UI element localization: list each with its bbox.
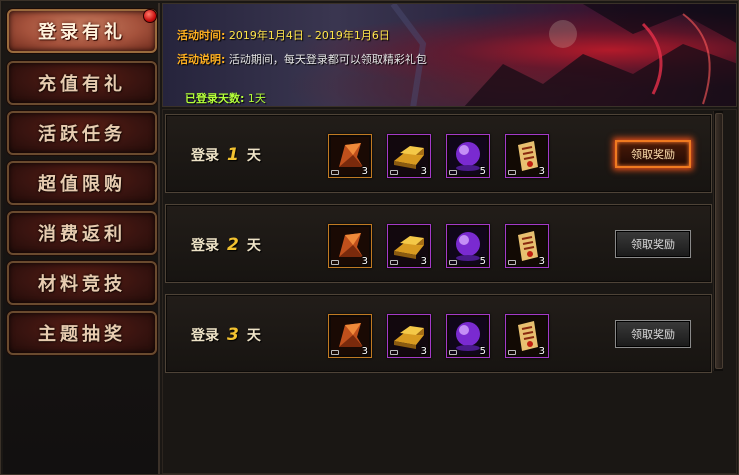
sidebar-item-label: 消费返利 bbox=[38, 224, 126, 245]
sidebar: 登录有礼 充值有礼 活跃任务 超值限购 消费返利 材料竞技 主题抽奖 bbox=[3, 3, 160, 474]
sidebar-item-label: 材料竞技 bbox=[38, 274, 126, 295]
reward-item-slot[interactable]: 3 bbox=[505, 134, 549, 178]
login-day-label: 登录 2 天 bbox=[191, 235, 261, 255]
login-day-prefix: 登录 bbox=[191, 328, 219, 344]
login-day-number: 1 bbox=[227, 145, 239, 165]
bound-lock-icon bbox=[508, 350, 516, 355]
sidebar-item-label: 活跃任务 bbox=[38, 124, 126, 145]
reward-item-slot[interactable]: 5 bbox=[446, 314, 490, 358]
reward-item-slot[interactable]: 3 bbox=[387, 314, 431, 358]
reward-row: 登录 2 天 3 3 5 3 领取奖励 bbox=[165, 204, 712, 283]
login-days-label: 已登录天数: bbox=[185, 92, 245, 105]
reward-row: 登录 3 天 3 3 5 3 领取奖励 bbox=[165, 294, 712, 373]
login-day-number: 2 bbox=[227, 235, 239, 255]
reward-item-slot[interactable]: 3 bbox=[328, 224, 372, 268]
item-quantity: 3 bbox=[538, 166, 545, 177]
bound-lock-icon bbox=[449, 260, 457, 265]
item-quantity: 3 bbox=[538, 256, 545, 267]
sidebar-item-label: 登录有礼 bbox=[38, 22, 126, 43]
item-quantity: 3 bbox=[420, 256, 427, 267]
item-quantity: 3 bbox=[420, 346, 427, 357]
item-quantity: 3 bbox=[420, 166, 427, 177]
reward-item-slot[interactable]: 3 bbox=[328, 134, 372, 178]
bound-lock-icon bbox=[449, 170, 457, 175]
bound-lock-icon bbox=[331, 350, 339, 355]
sidebar-item-label: 超值限购 bbox=[38, 174, 126, 195]
claim-reward-button[interactable]: 领取奖励 bbox=[615, 140, 691, 168]
sidebar-item-limited-purchase[interactable]: 超值限购 bbox=[7, 161, 157, 205]
login-day-suffix: 天 bbox=[246, 148, 261, 164]
login-day-suffix: 天 bbox=[246, 238, 261, 254]
reward-item-slot[interactable]: 3 bbox=[328, 314, 372, 358]
sidebar-item-theme-lottery[interactable]: 主题抽奖 bbox=[7, 311, 157, 355]
login-days-value: 1天 bbox=[247, 92, 266, 105]
reward-item-slot[interactable]: 5 bbox=[446, 134, 490, 178]
sidebar-item-active-tasks[interactable]: 活跃任务 bbox=[7, 111, 157, 155]
bound-lock-icon bbox=[390, 350, 398, 355]
login-day-prefix: 登录 bbox=[191, 148, 219, 164]
item-quantity: 3 bbox=[361, 166, 368, 177]
bound-lock-icon bbox=[449, 350, 457, 355]
bound-lock-icon bbox=[331, 260, 339, 265]
item-quantity: 5 bbox=[479, 256, 486, 267]
reward-item-slot[interactable]: 5 bbox=[446, 224, 490, 268]
reward-item-slot[interactable]: 3 bbox=[505, 314, 549, 358]
bound-lock-icon bbox=[390, 260, 398, 265]
item-quantity: 3 bbox=[361, 346, 368, 357]
event-desc-line: 活动说明: 活动期间，每天登录都可以领取精彩礼包 bbox=[177, 51, 427, 67]
bound-lock-icon bbox=[331, 170, 339, 175]
login-day-suffix: 天 bbox=[246, 328, 261, 344]
reward-item-slot[interactable]: 3 bbox=[387, 224, 431, 268]
login-day-label: 登录 3 天 bbox=[191, 325, 261, 345]
claim-reward-button[interactable]: 领取奖励 bbox=[615, 230, 691, 258]
event-desc-value: 活动期间，每天登录都可以领取精彩礼包 bbox=[228, 53, 427, 66]
event-banner: 活动时间: 2019年1月4日 - 2019年1月6日 活动说明: 活动期间，每… bbox=[162, 3, 737, 107]
event-desc-label: 活动说明: bbox=[177, 53, 226, 66]
scrollbar-thumb[interactable] bbox=[715, 113, 723, 369]
scrollbar[interactable] bbox=[713, 111, 723, 371]
item-quantity: 5 bbox=[479, 166, 486, 177]
bound-lock-icon bbox=[508, 170, 516, 175]
sidebar-item-material-contest[interactable]: 材料竞技 bbox=[7, 261, 157, 305]
notification-dot-icon bbox=[143, 9, 157, 23]
login-days-line: 已登录天数: 1天 bbox=[185, 90, 266, 106]
sidebar-item-spending-rebate[interactable]: 消费返利 bbox=[7, 211, 157, 255]
item-quantity: 5 bbox=[479, 346, 486, 357]
event-time-label: 活动时间: bbox=[177, 29, 226, 42]
reward-item-slot[interactable]: 3 bbox=[387, 134, 431, 178]
item-quantity: 3 bbox=[538, 346, 545, 357]
sidebar-item-label: 主题抽奖 bbox=[38, 324, 126, 345]
login-day-number: 3 bbox=[227, 325, 239, 345]
reward-item-slot[interactable]: 3 bbox=[505, 224, 549, 268]
sidebar-item-login-gift[interactable]: 登录有礼 bbox=[7, 9, 157, 53]
event-time-value: 2019年1月4日 - 2019年1月6日 bbox=[228, 29, 390, 42]
claim-reward-button[interactable]: 领取奖励 bbox=[615, 320, 691, 348]
bound-lock-icon bbox=[390, 170, 398, 175]
reward-row: 登录 1 天 3 3 5 3 领取奖励 bbox=[165, 114, 712, 193]
event-window: 登录有礼 充值有礼 活跃任务 超值限购 消费返利 材料竞技 主题抽奖 活动时间:… bbox=[0, 0, 739, 475]
login-day-label: 登录 1 天 bbox=[191, 145, 261, 165]
login-day-prefix: 登录 bbox=[191, 238, 219, 254]
sidebar-item-recharge-gift[interactable]: 充值有礼 bbox=[7, 61, 157, 105]
item-quantity: 3 bbox=[361, 256, 368, 267]
bound-lock-icon bbox=[508, 260, 516, 265]
event-time-line: 活动时间: 2019年1月4日 - 2019年1月6日 bbox=[177, 27, 390, 43]
sidebar-item-label: 充值有礼 bbox=[38, 74, 126, 95]
